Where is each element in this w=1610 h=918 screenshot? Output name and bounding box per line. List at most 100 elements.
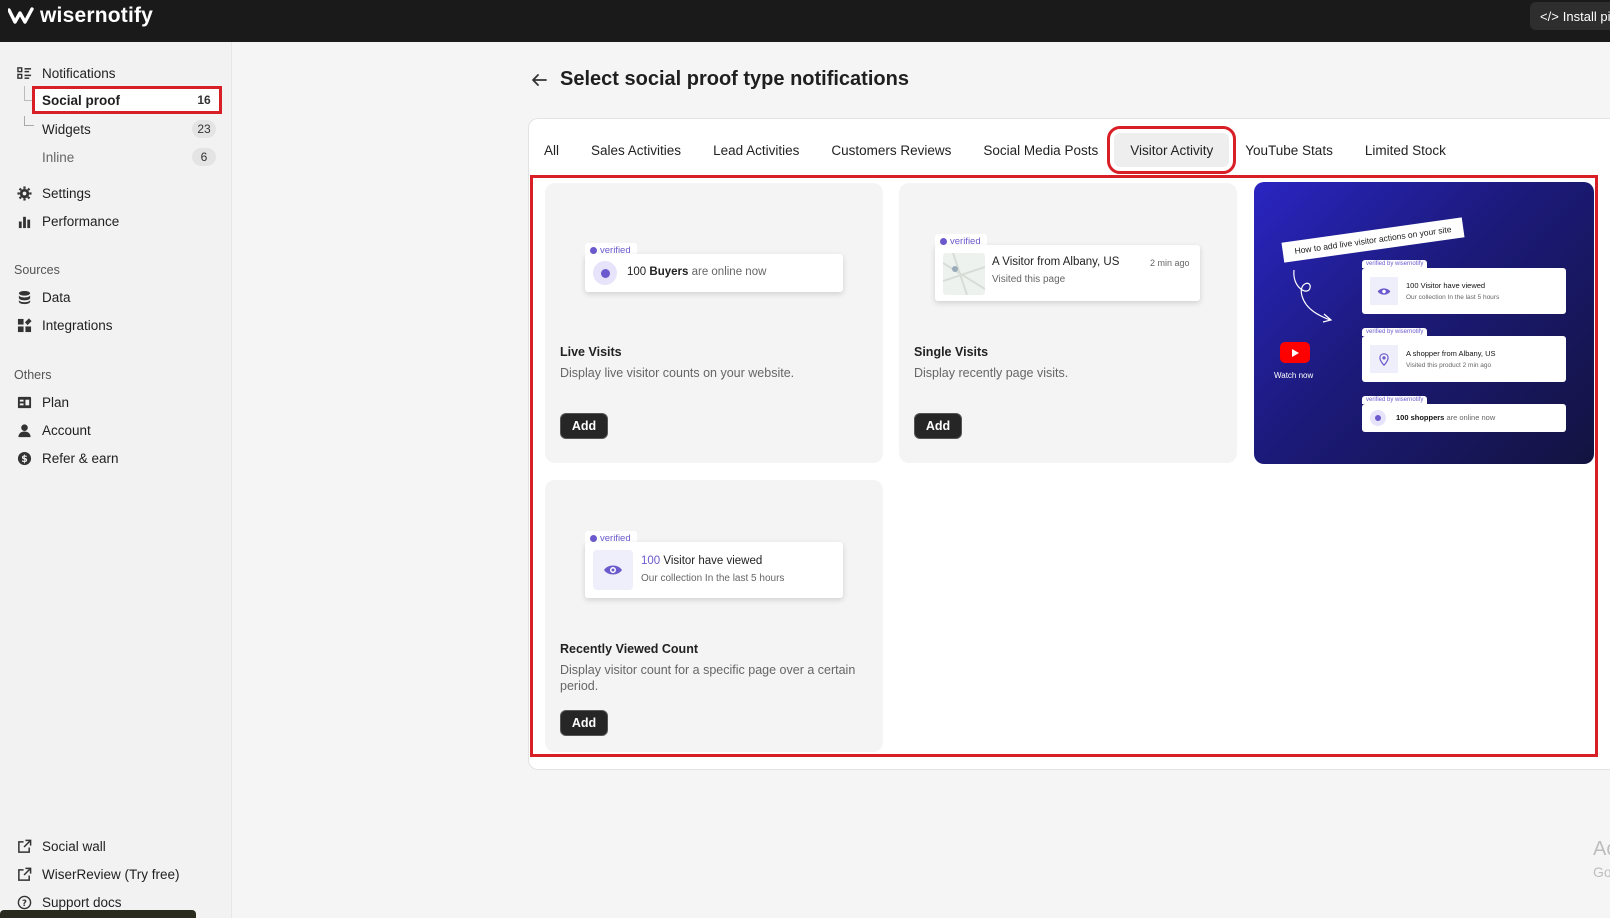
how-to-video-card[interactable]: How to add live visitor actions on your … <box>1254 182 1594 464</box>
logo[interactable]: wisernotify <box>8 4 153 28</box>
svg-text:?: ? <box>22 897 27 907</box>
live-visits-preview: 100 Buyers are online now <box>585 254 843 292</box>
verified-tag: verified by wisernotify <box>1362 396 1428 404</box>
bar-chart-icon <box>14 211 34 231</box>
tab-youtube-stats[interactable]: YouTube Stats <box>1229 133 1349 167</box>
count-badge: 23 <box>192 120 216 138</box>
user-icon <box>14 420 34 440</box>
sidebar-item-label: Inline <box>42 149 75 165</box>
plan-icon <box>14 392 34 412</box>
tree-connector <box>24 116 34 126</box>
curly-arrow-icon <box>1293 269 1333 323</box>
count-badge: 6 <box>192 148 216 166</box>
sidebar-item-data[interactable]: Data <box>14 285 71 309</box>
recently-viewed-preview: 100 Visitor have viewed Our collection I… <box>585 542 843 598</box>
card-description: Display recently page visits. <box>914 366 1069 380</box>
video-note-online: 100 shoppers are online now <box>1362 404 1566 432</box>
tree-connector <box>24 86 34 101</box>
add-recently-viewed-button[interactable]: Add <box>560 710 608 736</box>
section-label-sources: Sources <box>14 263 60 277</box>
sidebar-item-social-wall[interactable]: Social wall <box>14 834 106 858</box>
page-title-text: Select social proof type notifications <box>560 68 909 90</box>
sidebar-item-wiserreview[interactable]: WiserReview (Try free) <box>14 862 180 886</box>
sidebar-item-settings[interactable]: Settings <box>14 181 91 205</box>
sidebar <box>0 42 232 918</box>
single-visits-preview: A Visitor from Albany, US 2 min ago Visi… <box>935 245 1200 301</box>
tab-social-media-posts[interactable]: Social Media Posts <box>967 133 1114 167</box>
preview-headline: 100 Visitor have viewed <box>641 555 763 567</box>
card-title: Recently Viewed Count <box>560 642 698 656</box>
eye-icon <box>593 550 633 590</box>
pulse-dot-icon <box>593 261 617 285</box>
sidebar-item-label: Refer & earn <box>42 450 119 466</box>
sidebar-item-label: Account <box>42 422 91 438</box>
sidebar-item-performance[interactable]: Performance <box>14 209 119 233</box>
gear-icon <box>14 183 34 203</box>
tab-customers-reviews[interactable]: Customers Reviews <box>815 133 967 167</box>
code-icon: </> <box>1540 8 1559 24</box>
map-thumbnail-icon <box>943 253 985 295</box>
wisernotify-logo-icon <box>8 7 34 24</box>
database-icon <box>14 287 34 307</box>
sidebar-item-label: Performance <box>42 213 120 229</box>
sidebar-item-widgets[interactable]: Widgets 23 <box>34 117 220 141</box>
help-circle-icon: ? <box>14 892 34 912</box>
install-pixel-button[interactable]: </> Install pi <box>1530 2 1610 30</box>
card-recently-viewed-count: verified 100 Visitor have viewed Our col… <box>545 480 883 752</box>
card-title: Single Visits <box>914 345 989 359</box>
preview-headline: A Visitor from Albany, US <box>992 256 1120 268</box>
location-pin-icon <box>1370 345 1398 373</box>
section-label-others: Others <box>14 368 52 382</box>
sidebar-item-label: WiserReview (Try free) <box>42 866 180 882</box>
eye-icon <box>1370 277 1398 305</box>
card-single-visits: verified A Visitor from Albany, US 2 min… <box>899 183 1237 463</box>
tooltip-strip <box>0 910 196 918</box>
top-bar: wisernotify </> Install pi <box>0 0 1610 42</box>
sidebar-item-refer[interactable]: $ Refer & earn <box>14 446 119 470</box>
check-icon <box>940 238 947 245</box>
preview-sub: Visited this page <box>992 274 1066 285</box>
sidebar-item-integrations[interactable]: Integrations <box>14 313 113 337</box>
card-title: Live Visits <box>560 345 622 359</box>
category-tabs: All Sales Activities Lead Activities Cus… <box>528 124 1462 176</box>
sidebar-item-label: Data <box>42 289 71 305</box>
card-description: Display live visitor counts on your webs… <box>560 366 795 380</box>
activate-watermark-sub: Go <box>1593 864 1610 880</box>
page-title: Select social proof type notifications <box>530 68 909 91</box>
logo-text: wisernotify <box>40 4 154 27</box>
card-live-visits: verified 100 Buyers are online now Live … <box>545 183 883 463</box>
grid-icon <box>14 315 34 335</box>
verified-tag: verified by wisernotify <box>1362 328 1428 336</box>
youtube-play-icon[interactable] <box>1280 342 1310 363</box>
sidebar-item-inline[interactable]: Inline 6 <box>34 145 220 169</box>
add-live-visits-button[interactable]: Add <box>560 413 608 439</box>
sidebar-item-plan[interactable]: Plan <box>14 390 69 414</box>
sidebar-item-label: Settings <box>42 185 91 201</box>
video-note-viewed: 100 Visitor have viewed Our collection I… <box>1362 268 1566 314</box>
dollar-coin-icon: $ <box>14 448 34 468</box>
sidebar-item-label: Widgets <box>42 121 91 137</box>
sidebar-item-label: Integrations <box>42 317 113 333</box>
sidebar-item-label: Support docs <box>42 894 122 910</box>
add-single-visits-button[interactable]: Add <box>914 413 962 439</box>
sidebar-item-notifications[interactable]: Notifications <box>14 61 116 85</box>
sidebar-item-social-proof[interactable]: Social proof 16 <box>32 86 222 114</box>
sidebar-item-account[interactable]: Account <box>14 418 91 442</box>
preview-sub: Our collection In the last 5 hours <box>641 573 785 584</box>
tab-visitor-activity[interactable]: Visitor Activity <box>1107 126 1237 174</box>
tab-sales-activities[interactable]: Sales Activities <box>575 133 697 167</box>
video-banner: How to add live visitor actions on your … <box>1281 217 1465 263</box>
external-link-icon <box>14 864 34 884</box>
back-arrow-icon[interactable] <box>530 71 548 89</box>
external-link-icon <box>14 836 34 856</box>
sidebar-item-label: Social wall <box>42 838 106 854</box>
preview-text: 100 Buyers are online now <box>627 266 767 278</box>
verified-tag: verified by wisernotify <box>1362 260 1428 268</box>
tab-lead-activities[interactable]: Lead Activities <box>697 133 815 167</box>
check-icon <box>590 247 597 254</box>
sidebar-item-label: Plan <box>42 394 70 410</box>
tab-limited-stock[interactable]: Limited Stock <box>1349 133 1462 167</box>
tab-all[interactable]: All <box>528 133 575 167</box>
pulse-dot-icon <box>1370 410 1386 426</box>
sidebar-item-label: Social proof <box>42 92 121 108</box>
